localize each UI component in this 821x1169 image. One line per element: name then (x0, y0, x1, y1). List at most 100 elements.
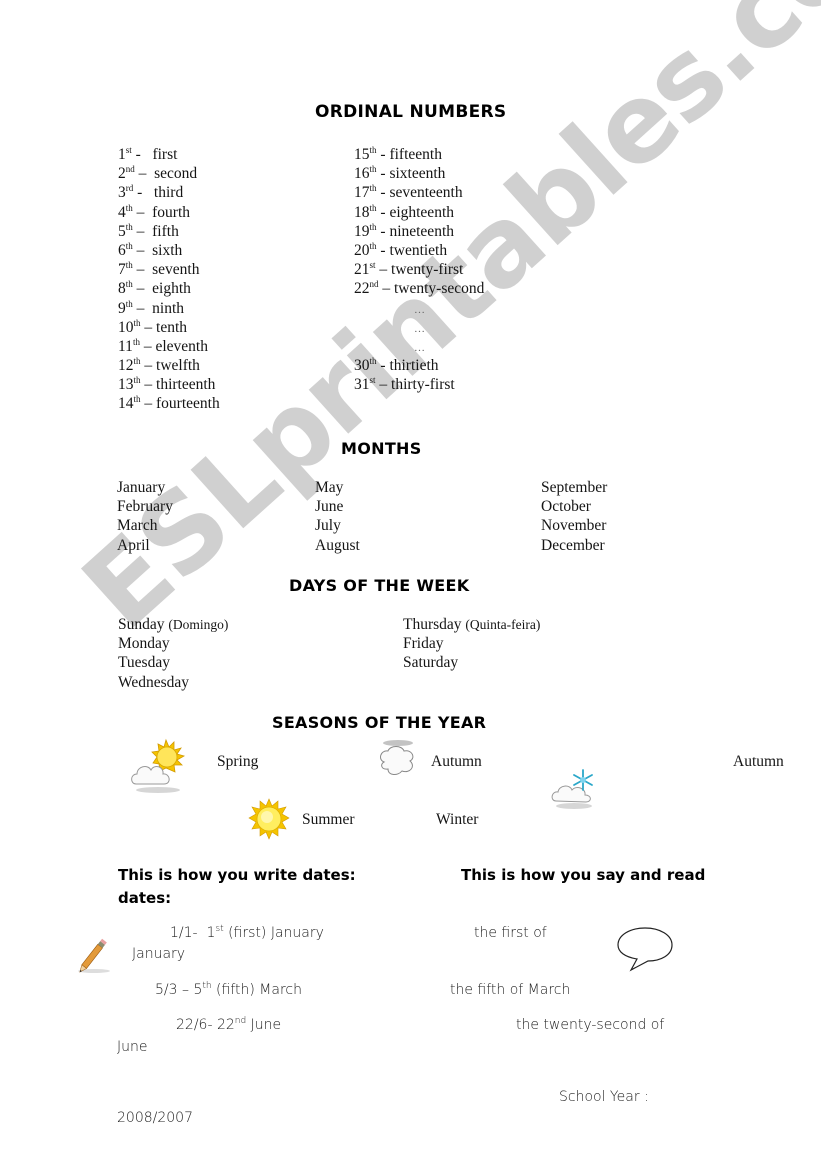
ordinal-word: fourth (152, 203, 191, 221)
ordinal-number: 8 (118, 280, 126, 298)
ordinal-row: 31st – thirty-first (354, 375, 484, 394)
ordinal-word: twenty-second (394, 280, 485, 298)
ordinal-number: 11 (118, 337, 133, 355)
season-label-autumn-2: Autumn (733, 753, 784, 770)
ordinal-row: 16th - sixteenth (354, 164, 484, 183)
ordinal-row: 14th – fourteenth (118, 394, 220, 413)
date-numeric: 22/6- (176, 1017, 217, 1033)
ordinal-number: 12 (118, 357, 134, 375)
date-example-2-written: 5/3 – 5th (fifth) March (155, 982, 302, 999)
say-dates-heading: This is how you say and read (461, 866, 706, 884)
date-example-1-wrap: January (132, 946, 186, 962)
date-numeric: 1/1- (170, 925, 198, 941)
ordinal-row: 22nd – twenty-second (354, 279, 484, 298)
school-year-value: 2008/2007 (117, 1110, 193, 1126)
ordinal-number: 3 (118, 184, 126, 202)
ordinal-number: 31 (354, 376, 370, 394)
separator: - (376, 203, 390, 221)
month-item: October (541, 498, 591, 516)
ordinal-suffix: st (215, 924, 224, 934)
ordinal-word: seventeenth (389, 184, 463, 202)
separator: – (132, 241, 153, 259)
date-example-3-wrap: June (117, 1039, 148, 1055)
date-example-1-written: 1/1- 1st (first) January (170, 924, 324, 942)
ordinal-suffix: th (369, 356, 377, 367)
seasons-title: SEASONS OF THE YEAR (272, 713, 487, 732)
ordinal-suffix: th (133, 356, 141, 367)
month-item: September (541, 479, 608, 496)
date-example-1-spoken: the first of (474, 925, 547, 941)
ordinal-row: 3rd - third (118, 183, 220, 202)
day-name: Tuesday (118, 654, 170, 672)
months-title: MONTHS (341, 439, 422, 458)
day-item: Tuesday (118, 653, 228, 672)
ordinal-word: twentieth (389, 241, 448, 259)
ordinal-suffix: th (369, 145, 377, 155)
school-year-label: School Year : (559, 1089, 649, 1105)
ordinal-number: 22 (216, 1017, 235, 1033)
ordinal-row: 20th - twentieth (354, 241, 484, 260)
day-name: Sunday (118, 616, 165, 633)
ordinal-suffix: th (125, 298, 133, 309)
separator: – (375, 261, 392, 279)
ordinal-row: 1st - first (118, 145, 220, 164)
write-dates-heading-continued: dates: (118, 889, 172, 907)
ordinal-row: … (354, 318, 484, 337)
days-column-2: Thursday (Quinta-feira) Friday Saturday (403, 615, 540, 673)
ordinal-suffix: th (133, 394, 141, 405)
month-item: May (315, 479, 344, 496)
ellipsis: … (414, 303, 425, 316)
separator: - (376, 165, 390, 183)
ordinal-list-left: 1st - first 2nd – second 3rd - third 4th – … (118, 145, 220, 414)
ordinal-number: 30 (354, 357, 370, 375)
day-translation: (Quinta-feira) (465, 617, 541, 632)
ordinal-word: twenty-first (391, 261, 464, 279)
ordinal-number: 17 (354, 184, 370, 202)
separator: – (132, 222, 153, 240)
season-label-winter: Winter (436, 811, 479, 828)
day-item: Saturday (403, 653, 540, 672)
ordinal-row: 21st – twenty-first (354, 260, 484, 279)
month-item: June (315, 498, 344, 516)
ordinal-row: 30th - thirtieth (354, 356, 484, 375)
ordinal-number: 2 (118, 165, 126, 183)
separator: – (132, 280, 153, 298)
separator: – (140, 357, 157, 375)
month-item: April (117, 536, 150, 554)
ordinal-word: ninth (152, 299, 185, 317)
ordinal-word: first (152, 146, 178, 163)
separator: - (376, 357, 390, 375)
separator: - (376, 222, 390, 240)
separator: – (132, 261, 153, 279)
date-rest: June (246, 1017, 282, 1033)
ordinal-word: fourteenth (156, 395, 220, 413)
ordinal-suffix: nd (369, 279, 379, 290)
month-item: August (315, 536, 360, 554)
ordinal-word: tenth (156, 318, 188, 336)
ordinal-row: 15th - fifteenth (354, 145, 484, 164)
days-column-1: Sunday (Domingo) Monday Tuesday Wednesday (118, 615, 228, 692)
ordinal-suffix: th (369, 183, 377, 194)
ordinal-word: eleventh (155, 337, 208, 355)
month-item: January (117, 479, 166, 496)
ordinal-number: 18 (354, 203, 370, 221)
ordinal-row: 2nd – second (118, 164, 220, 183)
ordinal-number: 6 (118, 241, 126, 259)
month-item: February (117, 498, 173, 516)
day-name: Saturday (403, 654, 459, 672)
ordinal-word: sixth (152, 241, 183, 259)
ordinal-word: thirty-first (391, 376, 455, 394)
ordinal-number: 5 (118, 222, 126, 240)
ordinal-numbers-title: ORDINAL NUMBERS (315, 102, 507, 122)
ordinal-word: fifteenth (389, 146, 442, 163)
date-rest: (fifth) March (211, 982, 302, 998)
separator: – (378, 280, 394, 298)
ordinal-number: 20 (354, 241, 370, 259)
separator: - (376, 146, 390, 163)
ordinal-row: 7th – seventh (118, 260, 220, 279)
date-example-2-spoken: the fifth of March (450, 982, 571, 998)
ordinal-suffix: th (369, 164, 377, 175)
ordinal-list-right: 15th - fifteenth 16th - sixteenth 17th - s… (354, 145, 484, 394)
day-item: Monday (118, 634, 228, 653)
ordinal-suffix: th (133, 375, 141, 386)
